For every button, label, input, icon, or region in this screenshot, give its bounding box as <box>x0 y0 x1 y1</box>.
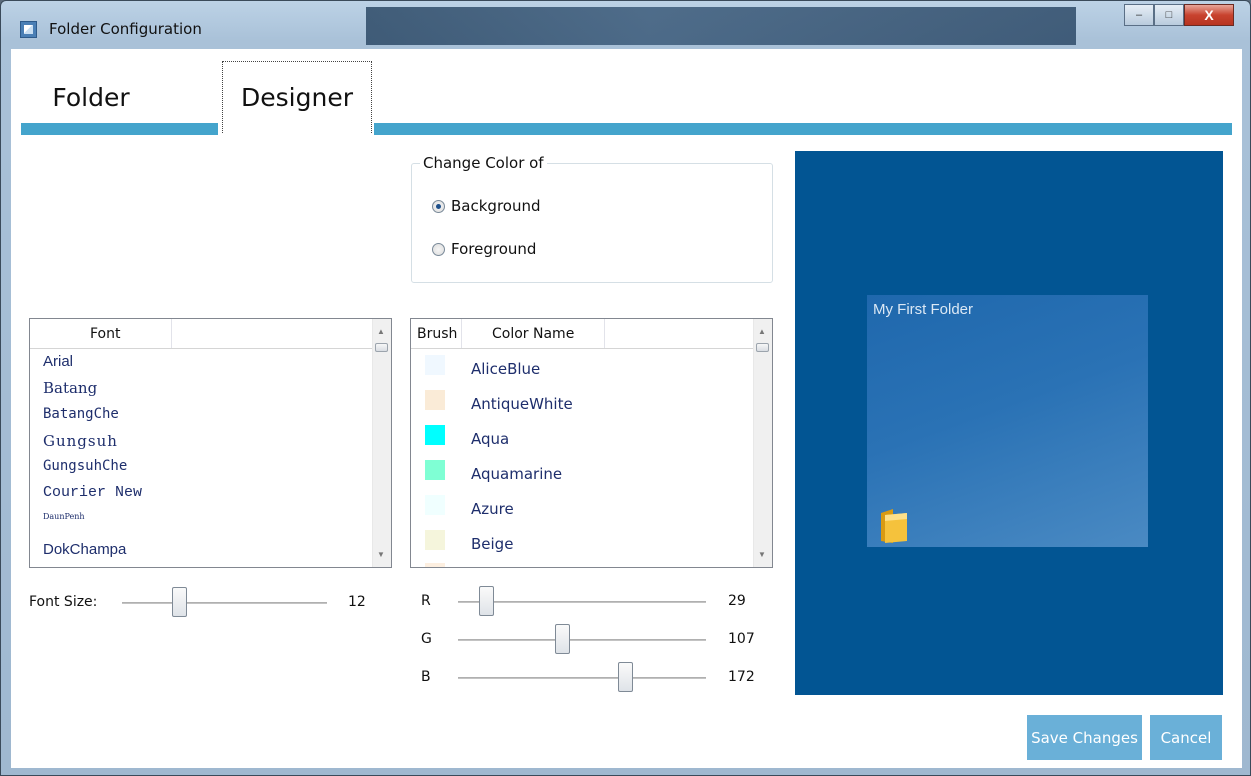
background-radio-row[interactable]: Background <box>432 197 541 215</box>
color-name: Beige <box>471 535 514 553</box>
tab-underline <box>21 123 218 135</box>
foreground-radio-row[interactable]: Foreground <box>432 240 536 258</box>
client-area: Folder Designer Change Color of Backgrou… <box>11 49 1242 768</box>
color-item[interactable]: Beige <box>411 530 731 565</box>
background-window-blur <box>366 7 1076 45</box>
color-name: Azure <box>471 500 514 518</box>
background-radio-label: Background <box>451 197 541 215</box>
scroll-down-icon[interactable]: ▼ <box>758 550 766 559</box>
font-item-batang[interactable]: Batang <box>43 379 97 397</box>
folder-icon <box>881 509 907 543</box>
color-swatch <box>425 495 445 515</box>
font-size-slider-thumb[interactable] <box>172 587 188 617</box>
column-divider <box>604 319 605 348</box>
close-button[interactable]: X <box>1184 4 1234 26</box>
color-swatch <box>425 390 445 410</box>
maximize-button[interactable]: □ <box>1154 4 1184 26</box>
partial-swatch <box>425 563 445 567</box>
brush-column-header[interactable]: Brush <box>417 326 457 342</box>
folder-configuration-window: Folder Configuration ‒ □ X Folder Design… <box>0 0 1251 776</box>
r-slider-thumb[interactable] <box>479 586 495 616</box>
color-name: AliceBlue <box>471 360 541 378</box>
font-item-gungsuh[interactable]: Gungsuh <box>43 432 118 450</box>
font-item-gungsuhche[interactable]: GungsuhChe <box>43 458 127 474</box>
change-color-group: Change Color of Background Foreground <box>411 154 773 283</box>
g-value: 107 <box>728 631 755 647</box>
color-item[interactable]: AliceBlue <box>411 355 731 390</box>
color-name-column-header[interactable]: Color Name <box>492 326 574 342</box>
color-swatch <box>425 425 445 445</box>
color-item[interactable]: Aquamarine <box>411 460 731 495</box>
minimize-icon: ‒ <box>1135 9 1143 21</box>
minimize-button[interactable]: ‒ <box>1124 4 1154 26</box>
font-listbox[interactable]: Font Arial Batang BatangChe Gungsuh Gung… <box>29 318 392 568</box>
g-label: G <box>421 631 432 647</box>
r-slider-track[interactable] <box>458 601 706 603</box>
color-swatch <box>425 530 445 550</box>
window-controls: ‒ □ X <box>1124 4 1234 26</box>
tab-underline <box>374 123 1232 135</box>
cancel-button[interactable]: Cancel <box>1150 715 1222 760</box>
window-title: Folder Configuration <box>49 20 202 38</box>
b-label: B <box>421 669 431 685</box>
column-divider <box>171 319 172 348</box>
close-icon: X <box>1204 7 1214 23</box>
background-radio[interactable] <box>432 199 445 213</box>
font-item-dokchampa[interactable]: DokChampa <box>43 541 126 558</box>
app-icon <box>20 21 37 38</box>
tab-designer[interactable]: Designer <box>222 61 372 133</box>
color-item[interactable]: Azure <box>411 495 731 530</box>
scroll-up-icon[interactable]: ▲ <box>758 327 766 336</box>
g-slider-track[interactable] <box>458 639 706 641</box>
font-size-label: Font Size: <box>29 594 98 610</box>
b-slider-track[interactable] <box>458 677 706 679</box>
color-name: Aquamarine <box>471 465 563 483</box>
scroll-up-icon[interactable]: ▲ <box>377 327 385 336</box>
scroll-thumb[interactable] <box>375 343 388 352</box>
foreground-radio[interactable] <box>432 242 445 256</box>
color-list-scrollbar[interactable]: ▲ ▼ <box>753 319 772 567</box>
maximize-icon: □ <box>1165 9 1173 21</box>
font-item-daunpenh[interactable]: DaunPenh <box>43 512 85 521</box>
color-name: AntiqueWhite <box>471 395 573 413</box>
tile-title: My First Folder <box>873 301 974 318</box>
scroll-thumb[interactable] <box>756 343 769 352</box>
b-slider-thumb[interactable] <box>618 662 634 692</box>
foreground-radio-label: Foreground <box>451 240 537 258</box>
title-bar[interactable]: Folder Configuration ‒ □ X <box>1 1 1250 45</box>
b-value: 172 <box>728 669 755 685</box>
font-size-value: 12 <box>348 594 366 610</box>
g-slider-thumb[interactable] <box>555 624 571 654</box>
column-divider <box>461 319 462 348</box>
font-item-courier-new[interactable]: Courier New <box>43 484 142 501</box>
color-item[interactable]: Aqua <box>411 425 731 460</box>
font-size-slider-track[interactable] <box>122 602 327 604</box>
preview-panel: My First Folder <box>795 151 1223 695</box>
change-color-legend: Change Color of <box>420 154 547 172</box>
color-listbox[interactable]: Brush Color Name AliceBlue AntiqueWhite Aq… <box>410 318 773 568</box>
font-column-header[interactable]: Font <box>90 326 120 342</box>
color-item[interactable]: AntiqueWhite <box>411 390 731 425</box>
font-list-header: Font <box>30 319 391 349</box>
color-list-header: Brush Color Name <box>411 319 772 349</box>
scroll-down-icon[interactable]: ▼ <box>377 550 385 559</box>
r-label: R <box>421 593 431 609</box>
folder-tile[interactable]: My First Folder <box>867 295 1148 547</box>
font-item-arial[interactable]: Arial <box>43 353 73 370</box>
color-swatch <box>425 460 445 480</box>
color-swatch <box>425 355 445 375</box>
tab-strip: Folder Designer <box>11 49 1242 137</box>
font-item-batangche[interactable]: BatangChe <box>43 406 119 422</box>
save-changes-button[interactable]: Save Changes <box>1027 715 1142 760</box>
color-name: Aqua <box>471 430 510 448</box>
r-value: 29 <box>728 593 746 609</box>
font-list-scrollbar[interactable]: ▲ ▼ <box>372 319 391 567</box>
